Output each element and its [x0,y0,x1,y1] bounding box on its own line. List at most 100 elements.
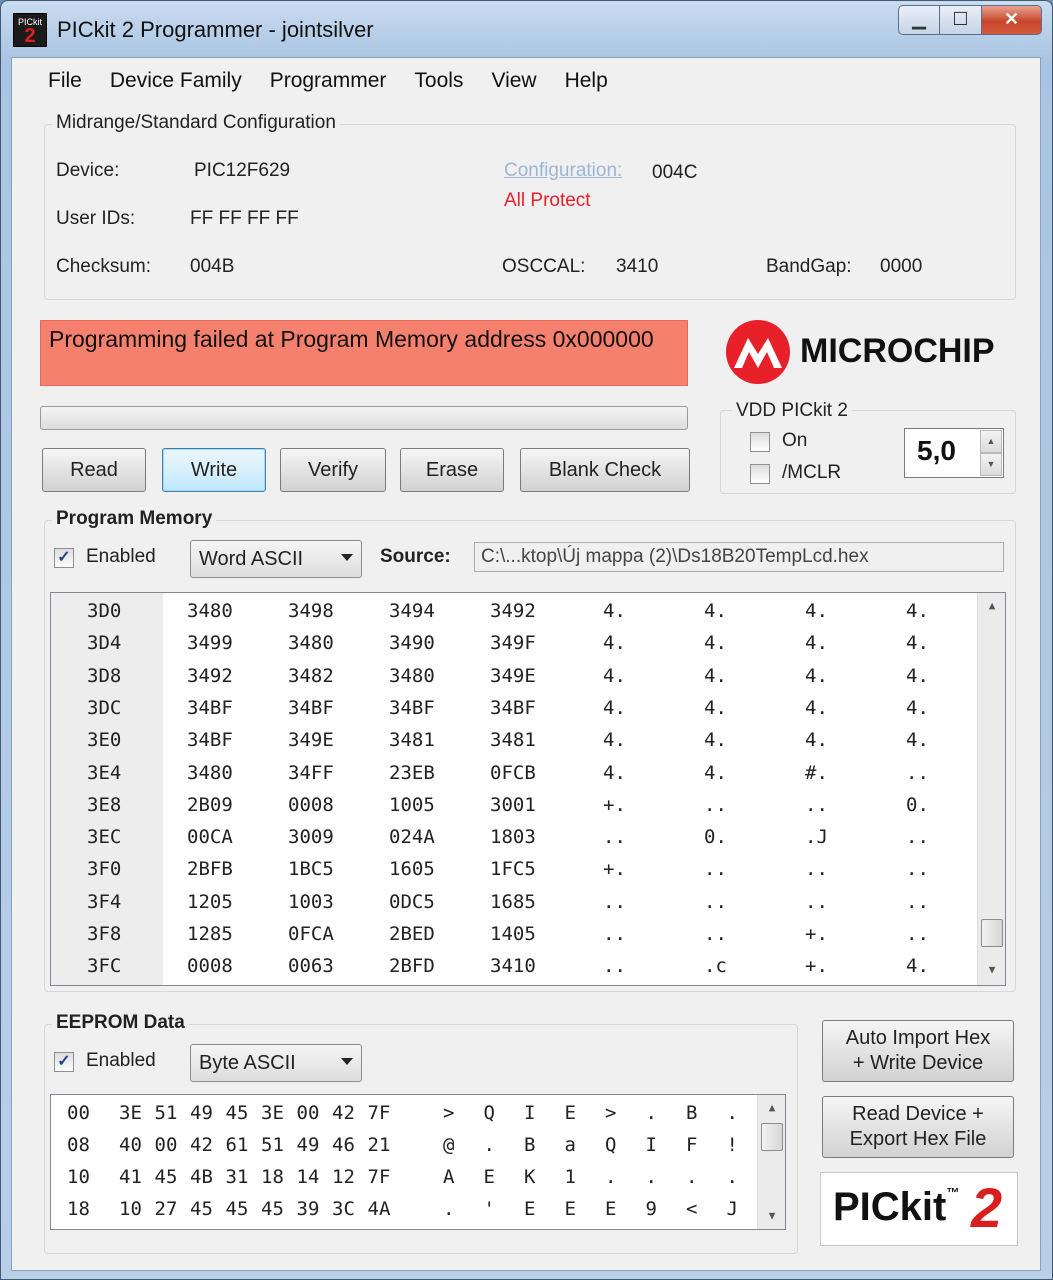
eeprom-scrollbar[interactable]: ▲ ▼ [757,1095,785,1229]
ascii-cell: .. [704,793,727,816]
table-row[interactable]: 18 10 27 45 45 45 39 3C 4A. ' E E E 9 < J [51,1193,771,1225]
table-row[interactable]: 10 41 45 4B 31 18 14 12 7F A E K 1.... [51,1161,771,1193]
menu-help[interactable]: Help [555,58,626,106]
word-cell: 3481 [389,729,435,752]
auto-import-write-button[interactable]: Auto Import Hex + Write Device [822,1020,1014,1082]
table-row[interactable]: 3E8 2B09 0008 1005 3001 +..... 0. [51,789,991,821]
menu-device-family[interactable]: Device Family [100,58,260,106]
ascii-cell: K [524,1166,536,1188]
row-address: 10 [67,1166,90,1188]
byte-cell: 51 [261,1134,284,1156]
mclr-checkbox[interactable] [750,464,770,484]
status-message: Programming failed at Program Memory add… [40,320,688,386]
vdd-on-checkbox[interactable] [750,432,770,452]
close-button[interactable]: ✕ [982,5,1042,35]
eeprom-enabled-checkbox[interactable]: ✓ [54,1052,74,1072]
ascii-cell: A [443,1166,455,1188]
ascii-cell: .. [906,923,929,945]
ascii-cell: 4. [805,600,828,622]
ascii-cell: .. [805,858,828,881]
pickit-app-icon[interactable]: PICkit 2 [13,13,47,47]
configuration-link[interactable]: Configuration: [504,160,622,182]
menu-programmer[interactable]: Programmer [260,58,405,106]
table-row[interactable]: 3EC 00CA 3009 024A 1803.. 0. .J.. [51,821,991,853]
table-row[interactable]: 3FC 0008 0063 2BFD 3410.. .c +. 4. [51,950,991,982]
mclr-label: /MCLR [782,462,842,483]
ascii-cell: B [686,1102,698,1124]
ascii-cell: .. [704,858,727,881]
device-value: PIC12F629 [194,160,291,181]
eeprom-mode-select[interactable]: Byte ASCII [190,1044,362,1082]
ascii-cell: I [524,1102,536,1124]
scroll-up-icon[interactable]: ▲ [758,1097,785,1119]
scroll-up-icon[interactable]: ▲ [978,595,1005,617]
word-cell: 3480 [187,600,233,622]
program-memory-grid[interactable]: 3D0 3480 3498 3494 3492 4. 4. 4. 4. 3D4 3499 3480 34… [50,592,1006,986]
word-cell: 3494 [389,600,435,622]
word-cell: 1003 [288,890,334,913]
scroll-down-icon[interactable]: ▼ [758,1205,785,1227]
read-export-hex-button[interactable]: Read Device + Export Hex File [822,1096,1014,1158]
menu-tools[interactable]: Tools [404,58,481,106]
ascii-cell: 4. [906,664,929,687]
read-button[interactable]: Read [42,448,146,492]
ascii-cell: 4. [603,600,626,622]
table-row[interactable]: 08 40 00 42 61 51 49 46 21 @. Ba Q I F! [51,1129,771,1161]
table-row[interactable]: 3F8 1285 0FCA 2BED 1405.... +... [51,918,991,950]
word-cell: 2BFB [187,858,233,881]
ascii-cell: 4. [906,955,929,978]
scroll-thumb[interactable] [981,919,1003,947]
program-memory-enabled-checkbox[interactable]: ✓ [54,548,74,568]
eeprom-grid[interactable]: 00 3E 51 49 45 3E 00 42 7F > Q I E >. B. 08 40 00 42 61 51 49… [50,1094,786,1230]
ascii-cell: .. [906,858,929,881]
read-export-line2: Export Hex File [849,1128,987,1150]
minimize-button[interactable]: ▁ [898,5,940,35]
row-address: 3F4 [87,890,122,913]
erase-button[interactable]: Erase [400,448,504,492]
ascii-cell: .. [906,890,929,913]
menu-file[interactable]: File [38,58,100,106]
table-row[interactable]: 3E0 34BF 349E 3481 3481 4. 4. 4. 4. [51,724,991,756]
ascii-cell: . [726,1102,738,1124]
table-row[interactable]: 00 3E 51 49 45 3E 00 42 7F > Q I E >. B. [51,1097,771,1129]
verify-button[interactable]: Verify [280,448,386,492]
program-memory-scrollbar[interactable]: ▲ ▼ [977,593,1005,985]
byte-cell: 49 [296,1134,320,1156]
dropdown-arrow-icon [341,554,353,561]
scroll-thumb[interactable] [761,1123,783,1151]
row-address: 3F0 [87,858,122,881]
voltage-down-button[interactable]: ▼ [980,453,1002,476]
row-address: 00 [67,1102,90,1124]
word-cell: 3498 [288,600,334,622]
word-cell: 3482 [288,664,334,687]
blank-check-button[interactable]: Blank Check [520,448,690,492]
ascii-cell: E [524,1198,536,1220]
voltage-up-button[interactable]: ▲ [980,430,1002,453]
vdd-voltage-value[interactable]: 5,0 [917,435,956,467]
table-row[interactable]: 3D4 3499 3480 3490 349F 4. 4. 4. 4. [51,627,991,659]
table-row[interactable]: 3D0 3480 3498 3494 3492 4. 4. 4. 4. [51,595,991,627]
table-row[interactable]: 3F0 2BFB 1BC5 1605 1FC5 +....... [51,853,991,885]
app-icon-number: 2 [24,25,36,47]
table-row[interactable]: 3DC 34BF 34BF 34BF 34BF 4. 4. 4. 4. [51,692,991,724]
source-path-field[interactable]: C:\...ktop\Új mappa (2)\Ds18B20TempLcd.h… [474,542,1004,572]
scroll-down-icon[interactable]: ▼ [978,959,1005,981]
program-memory-enabled-label: Enabled [86,546,156,567]
table-row[interactable]: 3F4 1205 1003 0DC5 1685........ [51,886,991,918]
row-address: 3FC [87,955,122,978]
client-area: File Device Family Programmer Tools View… [11,57,1041,1271]
menu-view[interactable]: View [481,58,554,106]
auto-import-line1: Auto Import Hex [845,1027,991,1049]
table-row[interactable]: 3E4 3480 34FF 23EB 0FCB 4. 4. #... [51,757,991,789]
write-button[interactable]: Write [162,448,266,492]
ascii-cell: 4. [603,729,626,752]
userids-label: User IDs: [56,208,136,229]
program-memory-mode-select[interactable]: Word ASCII [190,540,362,578]
row-address: 3DC [87,696,122,719]
table-row[interactable]: 3D8 3492 3482 3480 349E 4. 4. 4. 4. [51,660,991,692]
maximize-button[interactable]: ☐ [940,5,982,35]
vdd-voltage-stepper[interactable]: 5,0 ▲ ▼ [904,428,1004,478]
word-cell: 0063 [288,955,334,978]
title-bar[interactable]: PICkit 2 PICkit 2 Programmer - jointsilv… [1,1,1052,57]
byte-cell: 42 [332,1102,355,1124]
